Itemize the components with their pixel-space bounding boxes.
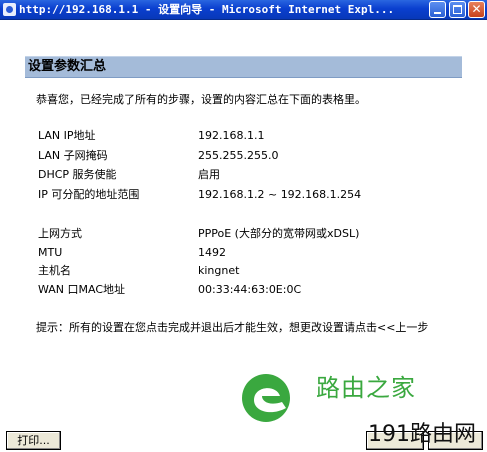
hostname-label: 主机名 [38,264,71,277]
lan-ip-value: 192.168.1.1 [198,129,265,142]
hostname-value: kingnet [198,264,240,277]
dhcp-label: DHCP 服务使能 [38,168,117,181]
close-button[interactable]: ✕ [468,1,485,18]
close-icon: ✕ [471,2,482,16]
intro-text: 恭喜您，已经完成了所有的步骤，设置的内容汇总在下面的表格里。 [36,93,366,106]
window-title: http://192.168.1.1 - 设置向导 - Microsoft In… [19,3,395,16]
connection-type-label: 上网方式 [38,227,82,240]
minimize-button[interactable] [429,1,446,18]
mtu-value: 1492 [198,246,226,259]
watermark-site: 191路由网 [368,422,476,447]
maximize-button[interactable] [449,1,466,18]
mtu-label: MTU [38,246,63,259]
wan-mac-value: 00:33:44:63:0E:0C [198,283,302,296]
lan-ip-label: LAN IP地址 [38,129,96,142]
watermark-brand: 路由之家 [316,374,416,402]
watermark-logo-icon [242,374,290,422]
dhcp-value: 启用 [198,168,220,181]
section-title: 设置参数汇总 [25,56,462,78]
connection-type-value: PPPoE (大部分的宽带网或xDSL) [198,227,360,240]
print-button[interactable]: 打印... [6,431,61,450]
ip-range-label: IP 可分配的地址范围 [38,188,140,201]
internet-explorer-icon [3,3,16,16]
lan-subnet-label: LAN 子网掩码 [38,149,108,162]
wan-mac-label: WAN 口MAC地址 [38,283,126,296]
window-title-bar[interactable]: http://192.168.1.1 - 设置向导 - Microsoft In… [0,0,487,20]
maximize-icon [453,5,462,14]
minimize-icon [434,12,441,14]
hint-text: 提示：所有的设置在您点击完成并退出后才能生效，想更改设置请点击<<上一步 [36,321,429,334]
ip-range-value: 192.168.1.2 ~ 192.168.1.254 [198,188,362,201]
lan-subnet-value: 255.255.255.0 [198,149,279,162]
